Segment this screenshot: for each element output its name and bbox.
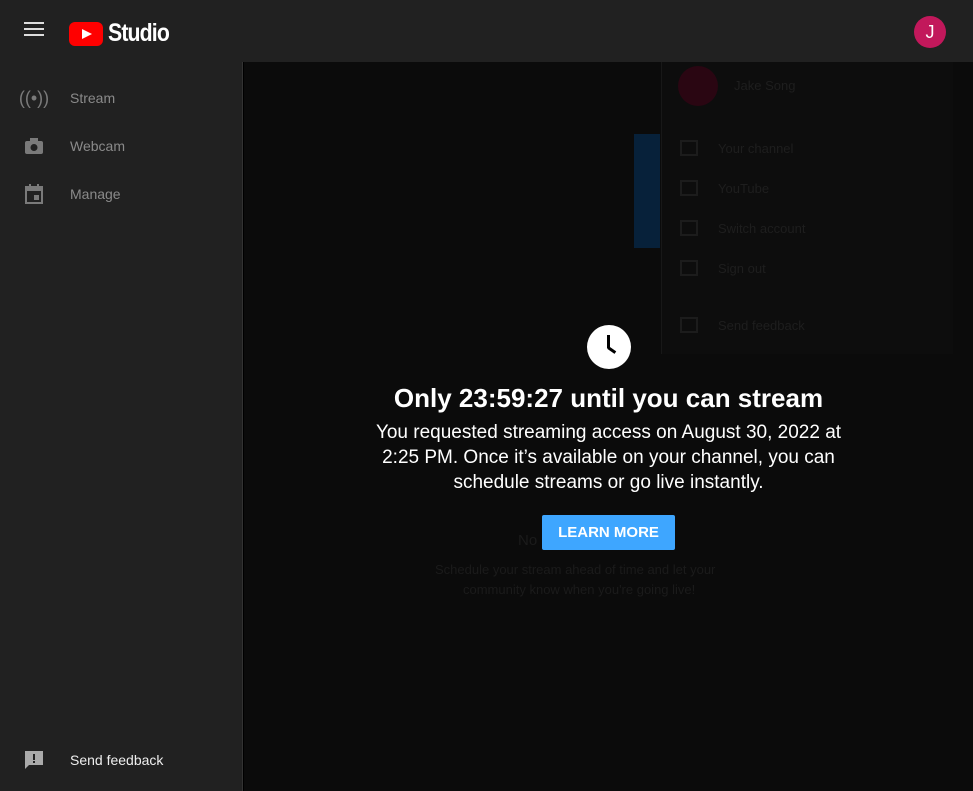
sidebar-item-manage[interactable]: Manage: [0, 170, 243, 218]
dialog-title: Only 23:59:27 until you can stream: [393, 383, 824, 413]
avatar[interactable]: J: [914, 16, 946, 48]
feedback-icon: [24, 750, 44, 770]
dialog-description: You requested streaming access on August…: [375, 422, 842, 493]
send-feedback-button[interactable]: Send feedback: [0, 736, 243, 784]
youtube-studio-logo[interactable]: Studio: [69, 19, 180, 48]
sidebar-item-label: Send feedback: [70, 752, 164, 768]
streaming-wait-dialog: Only 23:59:27 until you can stream You r…: [244, 62, 973, 791]
learn-more-button[interactable]: LEARN MORE: [542, 515, 675, 550]
sidebar-item-stream[interactable]: ((•)) Stream: [0, 74, 243, 122]
sidebar-item-label: Manage: [70, 186, 121, 202]
sidebar-item-label: Webcam: [70, 138, 125, 154]
calendar-icon: [24, 184, 44, 204]
youtube-play-icon: [69, 21, 103, 46]
camera-icon: [24, 136, 44, 156]
clock-icon: [586, 325, 631, 369]
sidebar-item-webcam[interactable]: Webcam: [0, 122, 243, 170]
hamburger-menu-icon[interactable]: [24, 22, 44, 38]
sidebar: ((•)) Stream Webcam Manage Send feedback: [0, 62, 243, 791]
sidebar-item-label: Stream: [70, 90, 116, 106]
top-bar: Studio J: [0, 0, 973, 62]
broadcast-icon: ((•)): [18, 87, 50, 108]
logo-text: Studio: [108, 19, 170, 47]
